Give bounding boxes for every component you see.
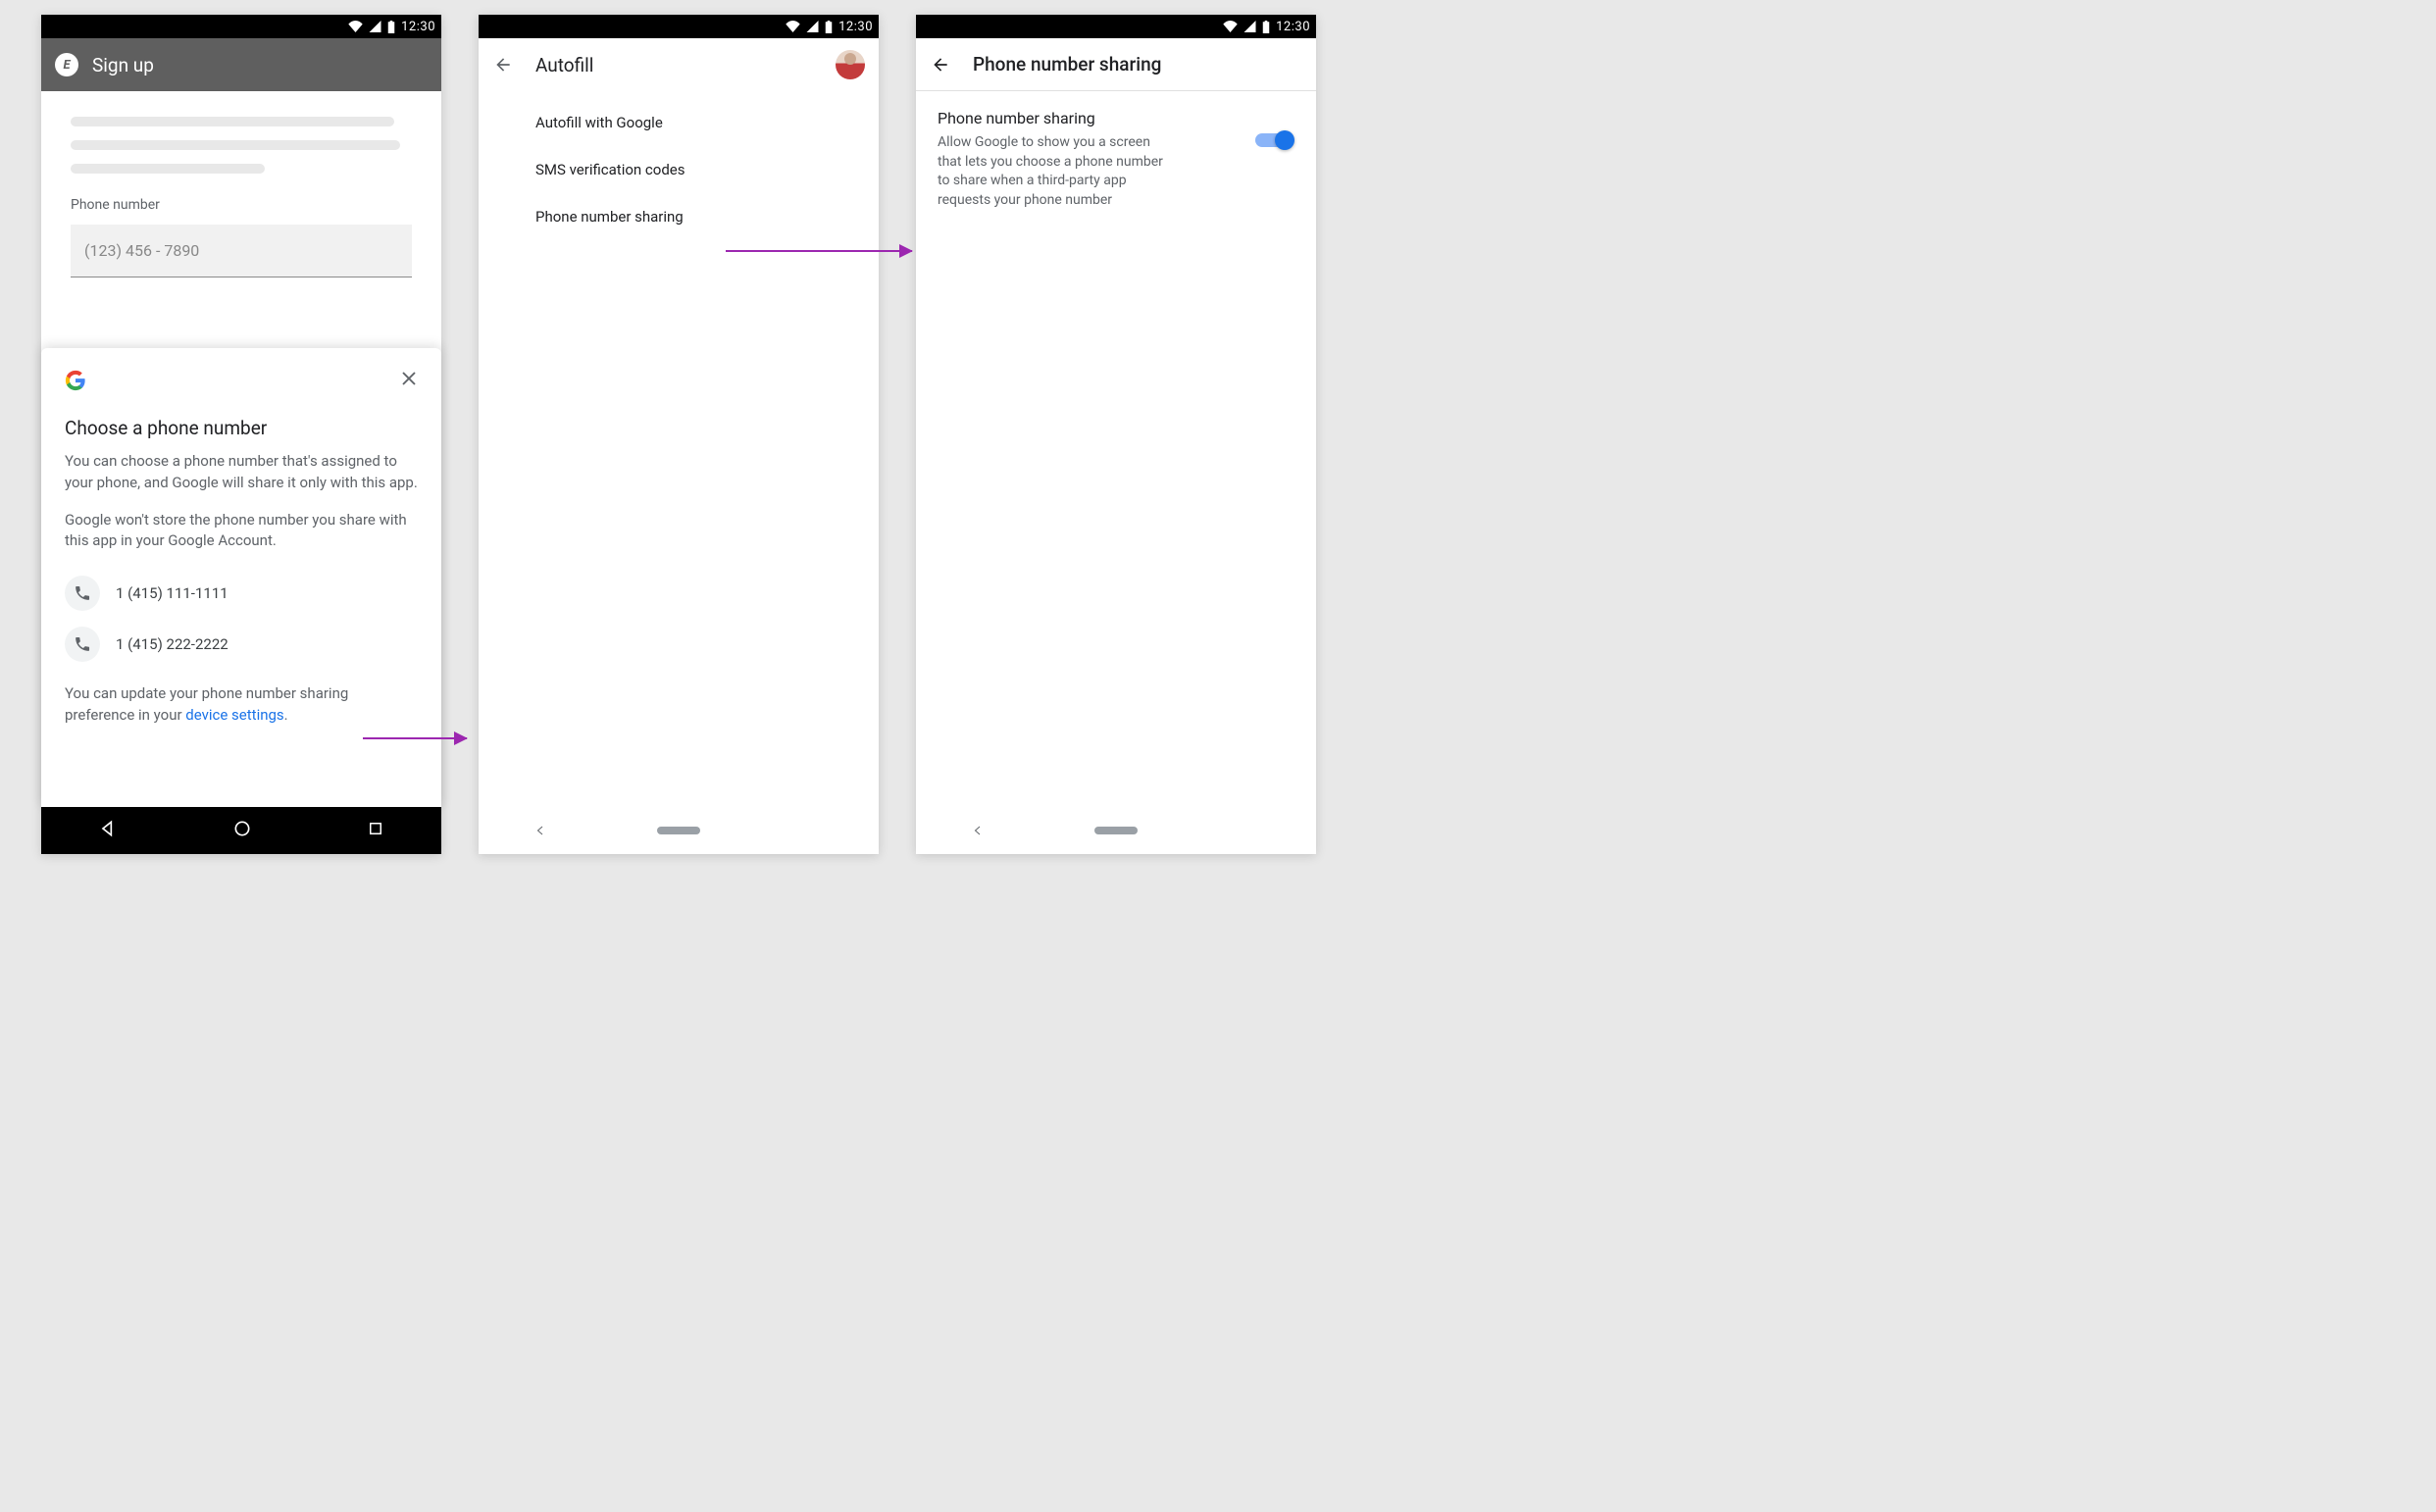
settings-item-sms-codes[interactable]: SMS verification codes xyxy=(479,146,879,193)
phone-icon xyxy=(65,627,100,662)
nav-back-button[interactable] xyxy=(534,822,546,840)
settings-item-autofill-google[interactable]: Autofill with Google xyxy=(479,99,879,146)
app-header: E Sign up xyxy=(41,38,441,91)
back-button[interactable] xyxy=(930,54,951,76)
arrow-back-icon xyxy=(493,55,513,75)
status-bar: 12:30 xyxy=(479,15,879,38)
phone-number-text: 1 (415) 111-1111 xyxy=(116,584,228,602)
annotation-arrow xyxy=(726,250,912,252)
clock: 12:30 xyxy=(1276,20,1310,34)
android-nav-bar xyxy=(479,807,879,854)
status-bar: 12:30 xyxy=(41,15,441,38)
page-title: Autofill xyxy=(535,54,814,76)
placeholder-line xyxy=(71,140,400,150)
wifi-icon xyxy=(348,21,363,32)
phone-number-text: 1 (415) 222-2222 xyxy=(116,635,228,653)
signup-form: Phone number (123) 456 - 7890 xyxy=(41,91,441,277)
sheet-description: You can choose a phone number that's ass… xyxy=(65,451,418,494)
phone-mock-phone-sharing: 12:30 Phone number sharing Phone number … xyxy=(916,15,1316,854)
phone-sharing-toggle[interactable] xyxy=(1255,128,1294,152)
app-header-title: Sign up xyxy=(92,54,154,76)
nav-home-pill[interactable] xyxy=(1094,827,1138,834)
sheet-title: Choose a phone number xyxy=(65,417,418,439)
phone-input[interactable]: (123) 456 - 7890 xyxy=(71,225,412,277)
signal-icon xyxy=(369,21,381,32)
toggle-knob xyxy=(1275,130,1294,150)
app-logo-icon: E xyxy=(55,53,78,76)
annotation-arrow xyxy=(363,737,467,739)
nav-home-button[interactable] xyxy=(232,819,252,842)
wifi-icon xyxy=(1223,21,1238,32)
phone-icon xyxy=(65,576,100,611)
settings-item-phone-sharing[interactable]: Phone number sharing xyxy=(479,193,879,240)
nav-back-button[interactable] xyxy=(98,819,118,842)
google-logo-icon xyxy=(65,370,86,395)
nav-home-pill[interactable] xyxy=(657,827,700,834)
nav-recents-button[interactable] xyxy=(367,820,384,841)
close-icon xyxy=(400,370,418,387)
status-bar: 12:30 xyxy=(916,15,1316,38)
wifi-icon xyxy=(786,21,800,32)
settings-header: Autofill xyxy=(479,38,879,91)
setting-title: Phone number sharing xyxy=(938,109,1163,127)
sheet-footer: You can update your phone number sharing… xyxy=(65,683,418,727)
settings-list: Autofill with Google SMS verification co… xyxy=(479,91,879,248)
android-nav-bar xyxy=(41,807,441,854)
signal-icon xyxy=(806,21,819,32)
page-title: Phone number sharing xyxy=(973,53,1302,76)
account-avatar[interactable] xyxy=(836,50,865,79)
battery-icon xyxy=(387,21,395,33)
phone-mock-signup: 12:30 E Sign up Phone number (123) 456 -… xyxy=(41,15,441,854)
phone-mock-autofill: 12:30 Autofill Autofill with Google SMS … xyxy=(479,15,879,854)
close-button[interactable] xyxy=(400,370,418,391)
nav-back-button[interactable] xyxy=(972,822,984,840)
placeholder-line xyxy=(71,117,394,126)
placeholder-line xyxy=(71,164,265,174)
device-settings-link[interactable]: device settings xyxy=(185,706,283,724)
battery-icon xyxy=(1262,21,1270,33)
setting-text: Phone number sharing Allow Google to sho… xyxy=(938,109,1163,210)
clock: 12:30 xyxy=(838,20,873,34)
settings-header: Phone number sharing xyxy=(916,38,1316,91)
setting-section: Phone number sharing Allow Google to sho… xyxy=(916,91,1316,227)
android-nav-bar xyxy=(916,807,1316,854)
phone-number-option[interactable]: 1 (415) 222-2222 xyxy=(65,619,418,670)
phone-number-option[interactable]: 1 (415) 111-1111 xyxy=(65,568,418,619)
clock: 12:30 xyxy=(401,20,435,34)
battery-icon xyxy=(825,21,833,33)
signal-icon xyxy=(1243,21,1256,32)
sheet-description: Google won't store the phone number you … xyxy=(65,510,418,553)
arrow-back-icon xyxy=(931,55,950,75)
setting-description: Allow Google to show you a screen that l… xyxy=(938,133,1163,210)
back-button[interactable] xyxy=(492,54,514,76)
phone-field-label: Phone number xyxy=(71,197,412,213)
phone-input-placeholder: (123) 456 - 7890 xyxy=(84,241,199,260)
